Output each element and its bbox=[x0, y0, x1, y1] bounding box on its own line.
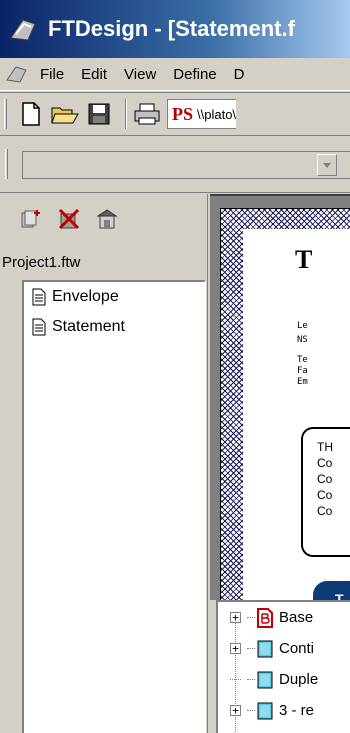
menu-edit[interactable]: Edit bbox=[81, 66, 107, 83]
menu-bar: File Edit View Define D bbox=[0, 58, 350, 91]
tree-connector bbox=[247, 617, 255, 618]
layers-tree[interactable]: + Base + Conti Duple + 3 - re bbox=[216, 600, 350, 733]
tree-item-label: Statement bbox=[52, 318, 125, 335]
ps-logo: PS bbox=[172, 103, 194, 124]
document-tab-header: T bbox=[313, 581, 350, 600]
new-file-button[interactable] bbox=[17, 100, 45, 128]
chevron-down-icon bbox=[323, 162, 331, 168]
window-title: FTDesign - [Statement.f bbox=[48, 16, 295, 41]
open-button[interactable] bbox=[51, 100, 79, 128]
document-page[interactable]: T Le NS Te Fa Em TH Co Co Co Co T bbox=[220, 208, 350, 600]
tree-connector bbox=[247, 648, 255, 649]
tree-item-statement[interactable]: Statement bbox=[24, 312, 204, 342]
layer-item-conti[interactable]: + Conti bbox=[218, 633, 350, 664]
secondary-toolbar bbox=[0, 137, 350, 193]
document-heading: T bbox=[295, 245, 313, 274]
layer-item-3[interactable]: + 3 - re bbox=[218, 695, 350, 726]
box-line: Co bbox=[317, 456, 333, 470]
box-line: Co bbox=[317, 488, 333, 502]
delete-icon bbox=[58, 208, 80, 230]
menu-d[interactable]: D bbox=[234, 66, 245, 83]
toolbar-grip-2[interactable] bbox=[5, 149, 8, 179]
print-icon bbox=[134, 103, 160, 125]
box-line: Co bbox=[317, 472, 333, 486]
add-form-button[interactable] bbox=[20, 208, 42, 230]
save-disk-icon bbox=[88, 103, 110, 125]
layer-label: Base bbox=[279, 609, 314, 626]
properties-icon bbox=[96, 209, 118, 229]
base-page-icon bbox=[257, 607, 273, 628]
toolbar-separator bbox=[125, 99, 127, 129]
new-file-icon bbox=[22, 102, 40, 126]
toolbar-grip[interactable] bbox=[4, 99, 7, 129]
object-combobox[interactable] bbox=[22, 151, 350, 179]
expand-button[interactable]: + bbox=[230, 612, 241, 623]
document-icon bbox=[32, 318, 46, 336]
tree-item-envelope[interactable]: Envelope bbox=[24, 282, 204, 312]
ftdesign-icon bbox=[10, 19, 36, 41]
layer-label: 3 - re bbox=[279, 702, 315, 719]
main-toolbar: PS \\plato\ bbox=[0, 92, 350, 136]
title-bar[interactable]: FTDesign - [Statement.f bbox=[0, 0, 350, 58]
project-filename: Project1.ftw bbox=[2, 254, 81, 271]
tree-connector bbox=[230, 679, 241, 680]
contact-line: Em bbox=[297, 377, 308, 387]
address-line: NS bbox=[297, 335, 308, 345]
properties-button[interactable] bbox=[96, 208, 118, 230]
expand-button[interactable]: + bbox=[230, 705, 241, 716]
info-box: TH Co Co Co Co bbox=[301, 427, 350, 557]
contact-line: Te bbox=[297, 355, 308, 365]
layer-item-duple[interactable]: Duple bbox=[218, 664, 350, 695]
project-panel: Project1.ftw Envelope Statement bbox=[0, 194, 208, 733]
delete-form-button[interactable] bbox=[58, 208, 80, 230]
open-folder-icon bbox=[51, 107, 79, 124]
expand-button[interactable]: + bbox=[230, 643, 241, 654]
tree-connector bbox=[247, 679, 255, 680]
menu-view[interactable]: View bbox=[124, 66, 156, 83]
form-preview[interactable]: T Le NS Te Fa Em TH Co Co Co Co T bbox=[210, 194, 350, 600]
menu-define[interactable]: Define bbox=[173, 66, 216, 83]
address-line: Le bbox=[297, 321, 308, 331]
document-icon bbox=[32, 288, 46, 306]
form-path-value: \\plato\ bbox=[197, 106, 237, 122]
form-path-field[interactable]: PS \\plato\ bbox=[167, 99, 237, 129]
layer-label: Duple bbox=[279, 671, 319, 688]
page-layer-icon bbox=[257, 702, 273, 719]
save-button[interactable] bbox=[85, 100, 113, 128]
box-line: TH bbox=[317, 440, 333, 454]
tree-connector bbox=[247, 710, 255, 711]
page-layer-icon bbox=[257, 640, 273, 657]
print-button[interactable] bbox=[133, 100, 161, 128]
layer-label: Conti bbox=[279, 640, 315, 657]
project-toolbar bbox=[20, 208, 118, 230]
project-tree[interactable]: Envelope Statement bbox=[22, 280, 206, 733]
page-layer-icon bbox=[257, 671, 273, 688]
layer-item-base[interactable]: + Base bbox=[218, 602, 350, 633]
document-icon[interactable] bbox=[4, 62, 30, 86]
combobox-dropdown-button[interactable] bbox=[317, 154, 337, 176]
add-form-icon bbox=[21, 210, 40, 228]
menu-file[interactable]: File bbox=[40, 66, 64, 83]
contact-line: Fa bbox=[297, 366, 308, 376]
tree-item-label: Envelope bbox=[52, 288, 119, 305]
box-line: Co bbox=[317, 504, 333, 518]
